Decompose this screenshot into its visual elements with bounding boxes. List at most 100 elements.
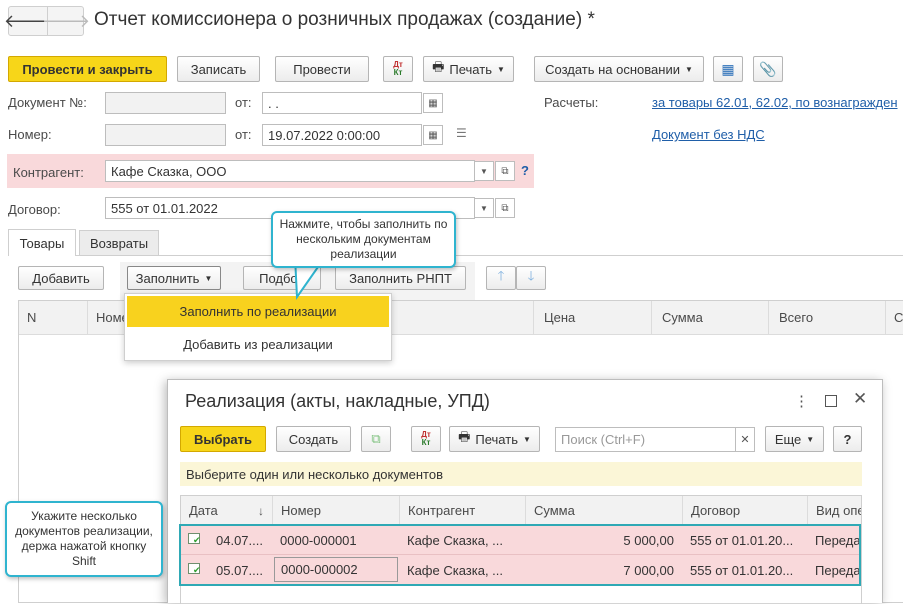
- tab-returns[interactable]: Возвраты: [79, 230, 159, 255]
- open-icon: ⧉: [501, 165, 509, 177]
- post-button[interactable]: Провести: [275, 56, 369, 82]
- window-title: Отчет комиссионера о розничных продажах …: [94, 9, 595, 30]
- dt-kt-icon: Дт Кт: [393, 60, 403, 77]
- calendar-icon: ▦: [428, 97, 438, 109]
- counterparty-dropdown-button[interactable]: ▼: [474, 161, 494, 181]
- chevron-down-icon: ▼: [204, 273, 213, 283]
- sort-down-icon: ↓: [258, 503, 264, 518]
- column-header-date[interactable]: Дата ↓: [181, 496, 272, 525]
- column-header-name[interactable]: Номе: [87, 301, 127, 334]
- column-header-sum[interactable]: Сумма: [525, 496, 682, 525]
- dt-kt-icon: Дт Кт: [421, 430, 431, 447]
- copy-icon: ⧉: [371, 431, 381, 446]
- close-icon[interactable]: ✕: [853, 389, 867, 409]
- search-input[interactable]: Поиск (Ctrl+F): [555, 427, 736, 452]
- dialog-title: Реализация (акты, накладные, УПД): [185, 391, 490, 411]
- maximize-icon[interactable]: [825, 395, 837, 407]
- fill-button[interactable]: Заполнить ▼: [127, 266, 221, 290]
- comment-icon[interactable]: ☰: [456, 126, 467, 140]
- menu-item-fill-by-sales[interactable]: Заполнить по реализации: [127, 296, 389, 327]
- doc-from-label: от:: [235, 95, 252, 110]
- dialog-help-button[interactable]: ?: [833, 426, 862, 452]
- clear-search-button[interactable]: ✕: [735, 427, 755, 452]
- dt-kt-button[interactable]: Дт Кт: [383, 56, 413, 82]
- contract-open-button[interactable]: ⧉: [495, 198, 515, 218]
- dialog-print-button[interactable]: 🖶 Печать ▼: [449, 426, 540, 452]
- create-based-label: Создать на основании: [545, 61, 680, 77]
- counterparty-label: Контрагент:: [13, 165, 84, 180]
- chevron-down-icon: ▼: [480, 203, 488, 213]
- help-icon[interactable]: ?: [521, 163, 529, 178]
- copy-button[interactable]: ⧉: [361, 426, 391, 452]
- search-placeholder: Поиск (Ctrl+F): [561, 432, 646, 447]
- arrow-right-icon: 🡒: [41, 10, 91, 31]
- contract-label: Договор:: [8, 202, 61, 217]
- column-header-contract[interactable]: Договор: [682, 496, 807, 525]
- column-header-date-label: Дата: [189, 503, 218, 518]
- selection-highlight-frame: [179, 524, 861, 586]
- doc-date-input[interactable]: . .: [262, 92, 422, 114]
- open-icon: ⧉: [501, 202, 509, 214]
- column-header-price[interactable]: Цена: [533, 301, 651, 334]
- fill-rnpt-button[interactable]: Заполнить РНПТ: [335, 266, 466, 290]
- column-header-kind[interactable]: Вид опе: [807, 496, 861, 525]
- nav-buttons: 🡐 🡒: [4, 6, 90, 36]
- structure-icon: ▦: [721, 60, 735, 77]
- post-and-close-button[interactable]: Провести и закрыть: [8, 56, 167, 82]
- column-header-n[interactable]: N: [19, 301, 87, 334]
- forward-button[interactable]: 🡒: [42, 7, 90, 35]
- doc-number-label: Документ №:: [8, 95, 87, 110]
- dialog-print-label: Печать: [475, 431, 518, 447]
- settlements-link[interactable]: за товары 62.01, 62.02, по вознагражден: [652, 95, 903, 110]
- arrow-down-icon: 🡓: [527, 268, 535, 283]
- more-label: Еще: [774, 431, 802, 447]
- chevron-down-icon: ▼: [522, 434, 531, 444]
- date-input[interactable]: 19.07.2022 0:00:00: [262, 124, 422, 146]
- doc-number-input[interactable]: [105, 92, 226, 114]
- number-input[interactable]: [105, 124, 226, 146]
- move-up-button[interactable]: 🡑: [486, 266, 516, 290]
- sales-table-header: Дата ↓ Номер Контрагент Сумма Договор Ви…: [181, 496, 861, 526]
- save-button[interactable]: Записать: [177, 56, 260, 82]
- settlements-label: Расчеты:: [544, 95, 599, 110]
- attach-button[interactable]: 📎: [753, 56, 783, 82]
- chevron-down-icon: ▼: [684, 64, 693, 74]
- date-calendar-button[interactable]: ▦: [423, 125, 443, 145]
- print-label: Печать: [449, 61, 492, 77]
- printer-icon: 🖶: [458, 429, 471, 444]
- fill-tooltip: Нажмите, чтобы заполнить по нескольким д…: [271, 211, 456, 268]
- hint-text: Выберите один или несколько документов: [186, 467, 444, 482]
- add-button[interactable]: Добавить: [18, 266, 104, 290]
- column-header-sum[interactable]: Сумма: [651, 301, 768, 334]
- create-button[interactable]: Создать: [276, 426, 351, 452]
- contract-dropdown-button[interactable]: ▼: [474, 198, 494, 218]
- shift-tooltip: Укажите несколько документов реализации,…: [5, 501, 163, 577]
- column-header-number[interactable]: Номер: [272, 496, 399, 525]
- tab-goods[interactable]: Товары: [8, 229, 76, 256]
- date-from-label: от:: [235, 127, 252, 142]
- calendar-icon: ▦: [428, 129, 438, 141]
- column-header-counterparty[interactable]: Контрагент: [399, 496, 525, 525]
- chevron-down-icon: ▼: [480, 166, 488, 176]
- counterparty-open-button[interactable]: ⧉: [495, 161, 515, 181]
- clear-icon: ✕: [740, 434, 750, 446]
- fill-dropdown-menu: Заполнить по реализации Добавить из реал…: [124, 293, 392, 361]
- printer-icon: 🖶: [432, 59, 445, 74]
- more-actions-icon[interactable]: ⋮: [794, 392, 809, 410]
- create-based-on-button[interactable]: Создать на основании ▼: [534, 56, 704, 82]
- dt-kt-button[interactable]: Дт Кт: [411, 426, 441, 452]
- counterparty-input[interactable]: Кафе Сказка, ООО: [105, 160, 475, 182]
- more-button[interactable]: Еще ▼: [765, 426, 824, 452]
- doc-calendar-button[interactable]: ▦: [423, 93, 443, 113]
- paperclip-icon: 📎: [759, 60, 777, 77]
- vat-link[interactable]: Документ без НДС: [652, 127, 765, 142]
- print-button[interactable]: 🖶 Печать ▼: [423, 56, 514, 82]
- structure-button[interactable]: ▦: [713, 56, 743, 82]
- sales-selection-dialog: Реализация (акты, накладные, УПД) ⋮ ✕ Вы…: [167, 379, 883, 604]
- chevron-down-icon: ▼: [806, 434, 815, 444]
- column-header-more[interactable]: С: [885, 301, 903, 334]
- select-button[interactable]: Выбрать: [180, 426, 266, 452]
- column-header-total[interactable]: Всего: [768, 301, 885, 334]
- move-down-button[interactable]: 🡓: [516, 266, 546, 290]
- menu-item-add-from-sales[interactable]: Добавить из реализации: [127, 329, 389, 359]
